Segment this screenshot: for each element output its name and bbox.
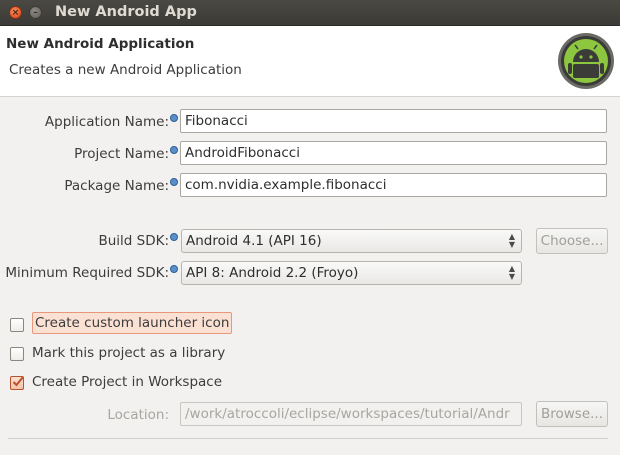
info-icon [170, 178, 178, 186]
android-logo-icon [558, 33, 614, 89]
select-arrows-icon: ▲ ▼ [508, 264, 515, 281]
project-name-label-text: Project Name: [74, 146, 169, 162]
create-in-workspace-label[interactable]: Create Project in Workspace [32, 374, 222, 390]
bottom-separator [8, 438, 608, 439]
build-sdk-label: Build SDK: [0, 233, 178, 249]
package-name-label: Package Name: [0, 178, 178, 194]
info-icon [170, 146, 178, 154]
library-project-checkbox[interactable] [10, 347, 24, 361]
build-sdk-value: Android 4.1 (API 16) [186, 233, 322, 249]
info-icon [170, 233, 178, 241]
window-titlebar: × – New Android App [0, 0, 620, 26]
library-project-label[interactable]: Mark this project as a library [32, 345, 225, 361]
wizard-header: New Android Application Creates a new An… [0, 26, 620, 97]
project-name-label: Project Name: [0, 146, 178, 162]
info-icon [170, 265, 178, 273]
create-in-workspace-checkbox[interactable] [10, 376, 24, 390]
select-arrows-icon: ▲ ▼ [508, 232, 515, 249]
checkmark-icon [12, 376, 24, 387]
browse-location-button[interactable]: Browse... [536, 401, 608, 427]
close-window-icon[interactable]: × [9, 6, 22, 19]
application-name-field[interactable]: Fibonacci [180, 109, 607, 133]
package-name-label-text: Package Name: [64, 178, 169, 194]
application-name-label-text: Application Name: [44, 114, 169, 130]
min-sdk-label-text: Minimum Required SDK: [5, 265, 169, 281]
build-sdk-label-text: Build SDK: [98, 233, 169, 249]
min-sdk-value: API 8: Android 2.2 (Froyo) [186, 265, 359, 281]
choose-sdk-button[interactable]: Choose... [536, 228, 608, 254]
min-sdk-select[interactable]: API 8: Android 2.2 (Froyo) ▲ ▼ [181, 261, 522, 285]
package-name-field[interactable]: com.nvidia.example.fibonacci [180, 173, 607, 197]
minimize-window-icon[interactable]: – [29, 6, 42, 19]
application-name-label: Application Name: [0, 114, 178, 130]
wizard-title: New Android Application [6, 36, 195, 52]
min-sdk-label: Minimum Required SDK: [0, 265, 178, 281]
location-label: Location: [107, 407, 169, 423]
wizard-subtitle: Creates a new Android Application [9, 62, 242, 78]
custom-launcher-icon-label[interactable]: Create custom launcher icon [32, 312, 233, 334]
project-name-field[interactable]: AndroidFibonacci [180, 141, 607, 165]
window-title: New Android App [55, 4, 197, 20]
info-icon [170, 114, 178, 122]
location-field[interactable]: /work/atroccoli/eclipse/workspaces/tutor… [180, 402, 522, 426]
custom-launcher-icon-checkbox[interactable] [10, 318, 24, 332]
build-sdk-select[interactable]: Android 4.1 (API 16) ▲ ▼ [181, 229, 522, 253]
